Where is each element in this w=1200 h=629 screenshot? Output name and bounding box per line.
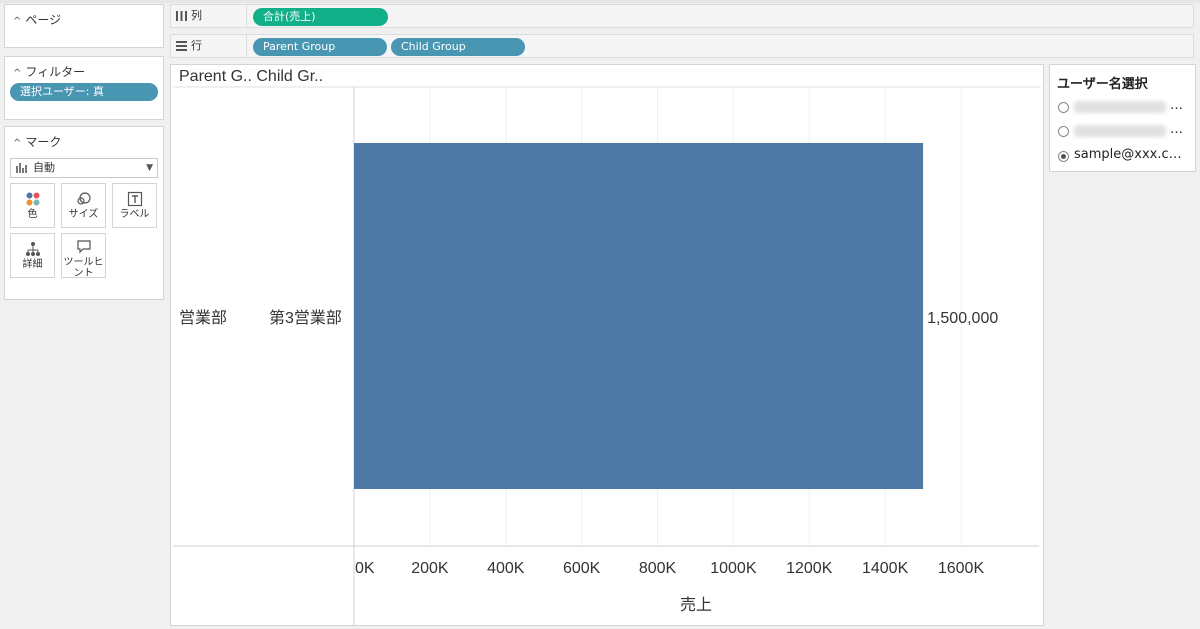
- ellipsis-text: …: [1170, 98, 1183, 113]
- user-option-2[interactable]: …: [1058, 122, 1194, 140]
- rows-pill-parent-group[interactable]: Parent Group: [253, 38, 387, 56]
- x-tick-label: 0K: [355, 560, 375, 577]
- user-option-3[interactable]: sample@xxx.c…: [1058, 147, 1194, 165]
- color-button[interactable]: 色: [10, 183, 55, 228]
- columns-shelf[interactable]: 列 合計(売上): [170, 4, 1194, 28]
- redacted-text: [1074, 101, 1166, 113]
- radio-button[interactable]: [1058, 126, 1069, 137]
- top-strip: [0, 0, 1200, 3]
- mark-type-dropdown[interactable]: 自動 ▼: [10, 158, 158, 178]
- bar-data-label: 1,500,000: [927, 310, 998, 327]
- pages-panel: ^ ページ: [4, 4, 164, 48]
- ellipsis-text: …: [1170, 122, 1183, 137]
- mark-type-value: 自動: [33, 161, 55, 174]
- parent-category-label[interactable]: 営業部: [179, 309, 227, 327]
- filters-panel: ^ フィルター 選択ユーザー: 真: [4, 56, 164, 120]
- tooltip-button-label-line1: ツールヒ: [63, 257, 104, 268]
- user-select-panel: ユーザー名選択 … … sample@xxx.c…: [1049, 64, 1196, 172]
- label-button-label: ラベル: [119, 209, 150, 220]
- columns-icon: [176, 11, 187, 21]
- x-tick-label: 1400K: [862, 560, 909, 577]
- size-button[interactable]: サイズ: [61, 183, 106, 228]
- radio-button[interactable]: [1058, 102, 1069, 113]
- columns-label-text: 列: [191, 9, 202, 22]
- rows-icon: [176, 41, 187, 51]
- filter-pill-selected-user[interactable]: 選択ユーザー: 真: [10, 83, 158, 101]
- x-tick-label: 1200K: [786, 560, 833, 577]
- user-option-1[interactable]: …: [1058, 98, 1194, 116]
- collapse-caret-icon[interactable]: ^: [13, 16, 21, 27]
- color-dots-icon: [26, 192, 39, 206]
- bar-chart-icon: [16, 163, 27, 173]
- x-tick-label: 1000K: [710, 560, 757, 577]
- detail-hierarchy-icon: [25, 242, 40, 256]
- user-select-title: ユーザー名選択: [1057, 77, 1148, 92]
- pages-label: ページ: [25, 13, 62, 27]
- x-axis-ticks: 0K 200K 400K 600K 800K 1000K 1200K 1400K 1600K: [355, 560, 984, 577]
- bar-chart: Parent G.. Child Gr.. 営業部 第3営業部 1,500,00…: [173, 68, 1041, 625]
- chart-area: Parent G.. Child Gr.. 営業部 第3営業部 1,500,00…: [170, 64, 1044, 626]
- columns-shelf-label: 列: [171, 5, 247, 27]
- collapse-caret-icon[interactable]: ^: [13, 138, 21, 149]
- text-label-icon: [127, 191, 142, 207]
- pages-header[interactable]: ^ ページ: [5, 5, 163, 28]
- radio-button-selected[interactable]: [1058, 151, 1069, 162]
- row-header-text[interactable]: Parent G.. Child Gr..: [179, 68, 323, 85]
- x-tick-label: 200K: [411, 560, 449, 577]
- redacted-text: [1074, 125, 1166, 137]
- tooltip-button[interactable]: ツールヒ ント: [61, 233, 106, 279]
- x-tick-label: 400K: [487, 560, 525, 577]
- rows-pill-child-group[interactable]: Child Group: [391, 38, 525, 56]
- size-circles-icon: [76, 192, 91, 205]
- x-axis-title: 売上: [680, 596, 712, 614]
- tooltip-button-label-line2: ント: [73, 268, 94, 279]
- detail-button-label: 詳細: [22, 259, 43, 270]
- child-category-label[interactable]: 第3営業部: [269, 309, 342, 327]
- rows-label-text: 行: [191, 39, 202, 52]
- x-tick-label: 800K: [639, 560, 677, 577]
- chevron-down-icon: ▼: [146, 163, 153, 173]
- marks-label: マーク: [25, 135, 62, 149]
- marks-panel: ^ マーク 自動 ▼ 色 サイズ ラベル 詳細 ツールヒ ント: [4, 126, 164, 300]
- rows-shelf-label: 行: [171, 35, 247, 57]
- color-button-label: 色: [27, 209, 38, 220]
- x-tick-label: 1600K: [938, 560, 985, 577]
- label-button[interactable]: ラベル: [112, 183, 157, 228]
- user-option-text: sample@xxx.c…: [1074, 147, 1182, 162]
- speech-bubble-icon: [76, 240, 91, 254]
- marks-header[interactable]: ^ マーク: [5, 127, 163, 150]
- detail-button[interactable]: 詳細: [10, 233, 55, 278]
- x-tick-label: 600K: [563, 560, 601, 577]
- size-button-label: サイズ: [68, 209, 99, 220]
- rows-shelf[interactable]: 行 Parent Group Child Group: [170, 34, 1194, 58]
- bar-mark[interactable]: [354, 143, 924, 489]
- columns-pill-sum-sales[interactable]: 合計(売上): [253, 8, 388, 26]
- filters-header[interactable]: ^ フィルター: [5, 57, 163, 80]
- filters-label: フィルター: [25, 65, 86, 79]
- collapse-caret-icon[interactable]: ^: [13, 68, 21, 79]
